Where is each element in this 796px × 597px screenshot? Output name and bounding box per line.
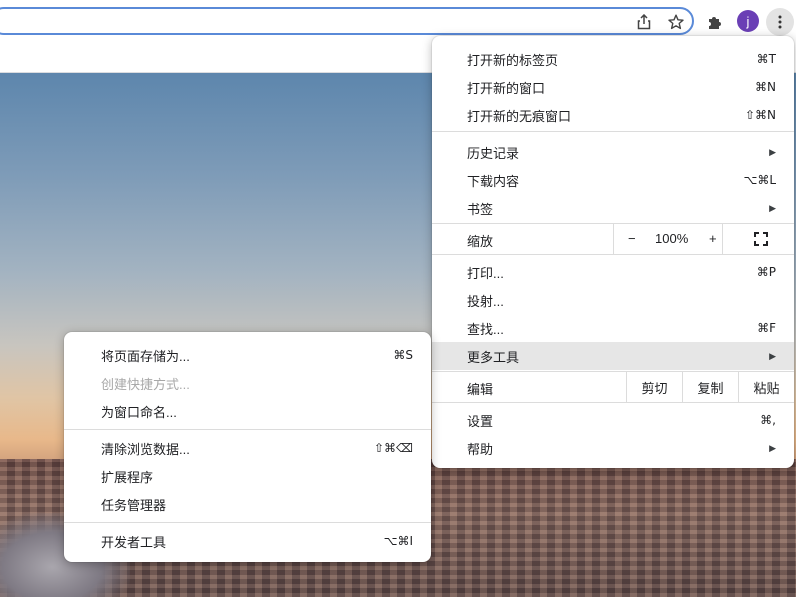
menu-item-label: 开发者工具 (101, 534, 167, 550)
menu-separator (64, 522, 431, 523)
more-tools-submenu: 将页面存储为... ⌘S 创建快捷方式... 为窗口命名... 清除浏览数据..… (64, 332, 431, 562)
browser-window: j 打开新的标签页 ⌘T 打开新的窗口 ⌘N 打开新的无痕窗口 ⇧⌘N 历史记录 (0, 0, 796, 597)
shortcut-text: ⌘F (757, 321, 776, 335)
menu-item-label: 清除浏览数据... (101, 441, 190, 457)
menu-item-print[interactable]: 打印... ⌘P (432, 258, 794, 286)
fullscreen-icon[interactable] (754, 232, 768, 246)
menu-item-label: 将页面存储为... (101, 348, 190, 364)
menu-item-downloads[interactable]: 下载内容 ⌥⌘L (432, 166, 794, 194)
edit-row: 编辑 剪切 复制 粘贴 (432, 372, 794, 402)
zoom-row: 缩放 − 100% + (432, 224, 794, 254)
menu-item-label: 打开新的标签页 (467, 52, 559, 68)
zoom-label: 缩放 (467, 234, 494, 249)
copy-label: 复制 (697, 380, 724, 396)
zoom-control: − 100% + (613, 224, 723, 254)
shortcut-text: ⌘T (756, 52, 776, 66)
shortcut-text: ⌘N (755, 80, 776, 94)
menu-item-help[interactable]: 帮助 ▶ (432, 434, 794, 462)
menu-separator (432, 254, 794, 255)
submenu-arrow-icon: ▶ (769, 146, 776, 157)
zoom-level: 100% (655, 231, 689, 246)
menu-item-label: 查找... (467, 321, 504, 337)
submenu-item-save-page[interactable]: 将页面存储为... ⌘S (64, 341, 431, 369)
menu-item-bookmarks[interactable]: 书签 ▶ (432, 194, 794, 222)
shortcut-text: ⌘, (760, 413, 776, 427)
zoom-out-button[interactable]: − (628, 231, 636, 246)
menu-item-more-tools[interactable]: 更多工具 ▶ (432, 342, 794, 370)
paste-label: 粘贴 (753, 380, 780, 396)
menu-item-label: 书签 (467, 201, 494, 217)
menu-item-label: 下载内容 (467, 173, 520, 189)
menu-separator (64, 429, 431, 430)
cut-button[interactable]: 剪切 (626, 372, 682, 402)
shortcut-text: ⇧⌘⌫ (373, 441, 413, 455)
paste-button[interactable]: 粘贴 (738, 372, 794, 402)
menu-item-label: 为窗口命名... (101, 404, 177, 420)
menu-separator (432, 402, 794, 403)
address-bar[interactable] (0, 7, 694, 35)
menu-separator (432, 131, 794, 132)
zoom-in-button[interactable]: + (709, 231, 717, 246)
shortcut-text: ⌥⌘L (743, 173, 776, 187)
menu-item-label: 设置 (467, 413, 494, 429)
submenu-item-clear-browsing-data[interactable]: 清除浏览数据... ⇧⌘⌫ (64, 434, 431, 462)
menu-item-new-incognito-window[interactable]: 打开新的无痕窗口 ⇧⌘N (432, 101, 794, 129)
menu-item-label: 扩展程序 (101, 469, 154, 485)
menu-item-label: 创建快捷方式... (101, 376, 190, 392)
menu-item-label: 历史记录 (467, 145, 520, 161)
submenu-arrow-icon: ▶ (769, 350, 776, 361)
menu-item-label: 打开新的窗口 (467, 80, 546, 96)
submenu-item-developer-tools[interactable]: 开发者工具 ⌥⌘I (64, 527, 431, 555)
shortcut-text: ⌘P (756, 265, 776, 279)
menu-item-label: 帮助 (467, 441, 494, 457)
kebab-icon (778, 15, 782, 29)
menu-item-new-window[interactable]: 打开新的窗口 ⌘N (432, 73, 794, 101)
more-menu-button[interactable] (766, 8, 794, 36)
avatar-letter: j (746, 13, 750, 29)
menu-item-label: 打印... (467, 265, 504, 281)
menu-item-label: 投射... (467, 293, 504, 309)
shortcut-text: ⌥⌘I (383, 534, 413, 548)
menu-item-settings[interactable]: 设置 ⌘, (432, 406, 794, 434)
shortcut-text: ⌘S (393, 348, 413, 362)
submenu-arrow-icon: ▶ (769, 202, 776, 213)
profile-avatar[interactable]: j (737, 10, 759, 32)
cut-label: 剪切 (641, 380, 668, 396)
submenu-item-name-window[interactable]: 为窗口命名... (64, 397, 431, 425)
menu-item-label: 更多工具 (467, 349, 520, 365)
bookmark-star-icon[interactable] (664, 10, 688, 34)
menu-item-new-tab[interactable]: 打开新的标签页 ⌘T (432, 45, 794, 73)
shortcut-text: ⇧⌘N (744, 108, 776, 122)
submenu-arrow-icon: ▶ (769, 442, 776, 453)
submenu-item-create-shortcut: 创建快捷方式... (64, 369, 431, 397)
submenu-item-extensions[interactable]: 扩展程序 (64, 462, 431, 490)
submenu-item-task-manager[interactable]: 任务管理器 (64, 490, 431, 518)
menu-item-label: 打开新的无痕窗口 (467, 108, 572, 124)
menu-item-find[interactable]: 查找... ⌘F (432, 314, 794, 342)
chrome-main-menu: 打开新的标签页 ⌘T 打开新的窗口 ⌘N 打开新的无痕窗口 ⇧⌘N 历史记录 ▶… (432, 36, 794, 468)
copy-button[interactable]: 复制 (682, 372, 738, 402)
extensions-puzzle-icon[interactable] (703, 10, 727, 34)
share-icon[interactable] (632, 10, 656, 34)
menu-item-cast[interactable]: 投射... (432, 286, 794, 314)
menu-item-history[interactable]: 历史记录 ▶ (432, 138, 794, 166)
menu-item-label: 任务管理器 (101, 497, 167, 513)
edit-label: 编辑 (467, 382, 494, 397)
